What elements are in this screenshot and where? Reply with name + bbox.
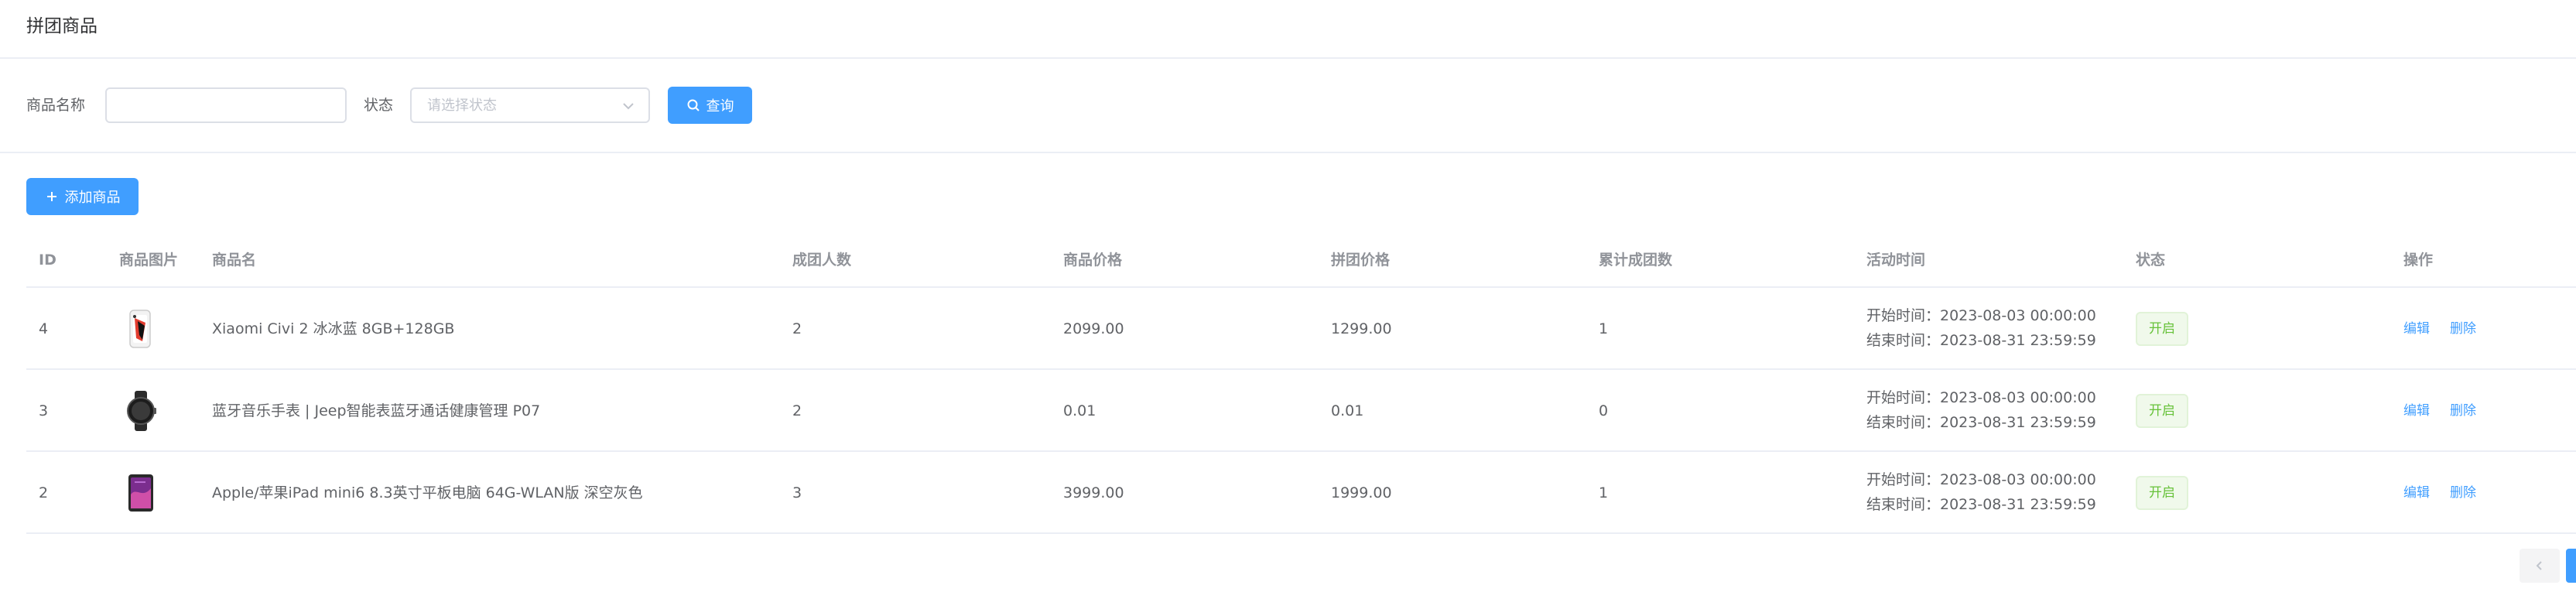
plus-icon bbox=[46, 192, 56, 201]
chevron-down-icon bbox=[623, 103, 634, 110]
product-name-input[interactable] bbox=[107, 89, 345, 121]
pagination-prev-button[interactable] bbox=[2520, 549, 2560, 583]
status-badge: 开启 bbox=[2136, 312, 2188, 346]
query-button[interactable]: 查询 bbox=[668, 87, 752, 124]
table-row: 2 Apple/苹果iPad mini6 8.3英寸平板电脑 64G-WLAN版… bbox=[26, 452, 2576, 534]
filter-bar: 商品名称 状态 请选择状态 查询 bbox=[0, 59, 2576, 153]
column-total-groups: 累计成团数 bbox=[1599, 252, 1673, 269]
delete-link[interactable]: 删除 bbox=[2450, 318, 2476, 340]
tablet-image bbox=[128, 474, 153, 512]
search-icon bbox=[687, 99, 700, 111]
query-button-label: 查询 bbox=[706, 98, 734, 115]
delete-link[interactable]: 删除 bbox=[2450, 482, 2476, 504]
pagination-current-page[interactable] bbox=[2566, 549, 2576, 583]
page-title: 拼团商品 bbox=[26, 16, 97, 36]
cell-total-groups: 0 bbox=[1599, 402, 1609, 419]
cell-total-groups: 1 bbox=[1599, 484, 1609, 501]
page-header: 拼团商品 bbox=[0, 0, 2576, 59]
page: 拼团商品 商品名称 状态 请选择状态 查询 添加商品 ID 商品图片 商品名 成… bbox=[0, 0, 2576, 592]
start-time: 开始时间：2023-08-03 00:00:00 bbox=[1866, 471, 2096, 488]
cell-id: 4 bbox=[39, 320, 49, 337]
chevron-left-icon bbox=[2536, 561, 2542, 570]
edit-link[interactable]: 编辑 bbox=[2403, 482, 2430, 504]
table-row: 4 Xiaomi Civi 2 冰冰蓝 8GB+128GB 2 2099.00 … bbox=[26, 288, 2576, 370]
column-price: 商品价格 bbox=[1063, 252, 1123, 269]
status-label: 状态 bbox=[364, 97, 394, 114]
cell-product-name: 蓝牙音乐手表 | Jeep智能表蓝牙通话健康管理 P07 bbox=[212, 402, 541, 419]
add-product-button-label: 添加商品 bbox=[64, 190, 121, 206]
cell-group-size: 2 bbox=[792, 320, 802, 337]
cell-price: 3999.00 bbox=[1063, 484, 1124, 501]
column-activity-time: 活动时间 bbox=[1866, 252, 1926, 269]
column-name: 商品名 bbox=[212, 252, 257, 269]
cell-group-price: 1999.00 bbox=[1331, 484, 1392, 501]
cell-price: 2099.00 bbox=[1063, 320, 1124, 337]
column-status: 状态 bbox=[2136, 252, 2166, 269]
end-time: 结束时间：2023-08-31 23:59:59 bbox=[1866, 332, 2096, 349]
watch-image bbox=[127, 391, 156, 431]
column-group-size: 成团人数 bbox=[792, 252, 852, 269]
group-buy-table: ID 商品图片 商品名 成团人数 商品价格 拼团价格 累计成团数 活动时间 状态… bbox=[26, 232, 2576, 536]
cell-group-size: 3 bbox=[792, 484, 802, 501]
table-header: ID 商品图片 商品名 成团人数 商品价格 拼团价格 累计成团数 活动时间 状态… bbox=[26, 232, 2576, 288]
product-name-label: 商品名称 bbox=[26, 97, 86, 114]
cell-group-size: 2 bbox=[792, 402, 802, 419]
cell-id: 2 bbox=[39, 484, 49, 501]
start-time: 开始时间：2023-08-03 00:00:00 bbox=[1866, 389, 2096, 406]
column-id: ID bbox=[39, 252, 56, 269]
table-row: 3 蓝牙音乐手表 | Jeep智能表蓝牙通话健康管理 P07 2 0.01 0.… bbox=[26, 370, 2576, 452]
cell-group-price: 0.01 bbox=[1331, 402, 1364, 419]
column-image: 商品图片 bbox=[119, 252, 179, 269]
product-name-input-box bbox=[105, 87, 347, 123]
status-select-placeholder: 请选择状态 bbox=[427, 98, 497, 114]
cell-activity-time: 开始时间：2023-08-03 00:00:00 结束时间：2023-08-31… bbox=[1866, 303, 2096, 353]
end-time: 结束时间：2023-08-31 23:59:59 bbox=[1866, 414, 2096, 431]
cell-group-price: 1299.00 bbox=[1331, 320, 1392, 337]
end-time: 结束时间：2023-08-31 23:59:59 bbox=[1866, 496, 2096, 513]
edit-link[interactable]: 编辑 bbox=[2403, 318, 2430, 340]
status-badge: 开启 bbox=[2136, 394, 2188, 428]
edit-link[interactable]: 编辑 bbox=[2403, 400, 2430, 422]
cell-price: 0.01 bbox=[1063, 402, 1096, 419]
column-actions: 操作 bbox=[2403, 252, 2434, 269]
cell-activity-time: 开始时间：2023-08-03 00:00:00 结束时间：2023-08-31… bbox=[1866, 385, 2096, 435]
column-group-price: 拼团价格 bbox=[1331, 252, 1391, 269]
cell-product-name: Xiaomi Civi 2 冰冰蓝 8GB+128GB bbox=[212, 320, 455, 337]
cell-id: 3 bbox=[39, 402, 49, 419]
start-time: 开始时间：2023-08-03 00:00:00 bbox=[1866, 307, 2096, 324]
cell-product-name: Apple/苹果iPad mini6 8.3英寸平板电脑 64G-WLAN版 深… bbox=[212, 484, 643, 501]
phone-image bbox=[129, 310, 151, 348]
cell-total-groups: 1 bbox=[1599, 320, 1609, 337]
add-product-button[interactable]: 添加商品 bbox=[26, 178, 139, 215]
cell-activity-time: 开始时间：2023-08-03 00:00:00 结束时间：2023-08-31… bbox=[1866, 467, 2096, 517]
status-badge: 开启 bbox=[2136, 476, 2188, 510]
delete-link[interactable]: 删除 bbox=[2450, 400, 2476, 422]
status-select[interactable]: 请选择状态 bbox=[410, 87, 650, 123]
